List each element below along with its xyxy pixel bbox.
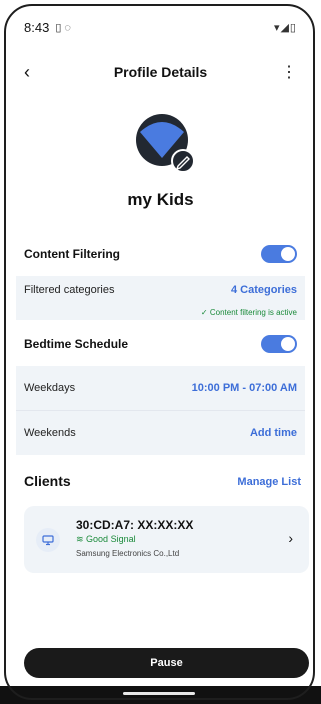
content-filtering-label: Content Filtering — [24, 247, 120, 261]
content-filtering-row: Content Filtering — [16, 240, 305, 268]
content-filtering-toggle[interactable] — [261, 245, 297, 263]
app-header: ‹ Profile Details ⋮ — [24, 58, 297, 86]
client-signal-text: Good Signal — [86, 534, 136, 544]
back-icon[interactable]: ‹ — [24, 62, 44, 83]
filtered-categories-row[interactable]: Filtered categories 4 Categories ✓ Conte… — [16, 276, 305, 320]
client-vendor: Samsung Electronics Co.,Ltd — [76, 549, 180, 558]
more-options-icon[interactable]: ⋮ — [277, 62, 297, 82]
bedtime-schedule-toggle[interactable] — [261, 335, 297, 353]
filtering-active-status: ✓ Content filtering is active — [200, 308, 297, 317]
bedtime-schedule-row: Bedtime Schedule — [16, 330, 305, 358]
status-bar: 8:43 ▯ ◌ ▾◢▯ — [24, 18, 297, 36]
wifi-avatar-icon — [136, 114, 195, 173]
manage-list-link[interactable]: Manage List — [237, 476, 301, 488]
profile-avatar[interactable] — [136, 114, 196, 174]
weekdays-label: Weekdays — [24, 382, 76, 394]
weekends-add-time[interactable]: Add time — [250, 427, 297, 439]
weekdays-time[interactable]: 10:00 PM - 07:00 AM — [192, 382, 297, 394]
pause-button[interactable]: Pause — [24, 648, 309, 678]
client-card[interactable]: 30:CD:A7: XX:XX:XX ≋ Good Signal Samsung… — [24, 506, 309, 573]
weekends-row[interactable]: Weekends Add time — [16, 411, 305, 455]
client-mac-address: 30:CD:A7: XX:XX:XX — [76, 518, 194, 532]
status-right-icons: ▾◢▯ — [273, 21, 297, 34]
client-signal: ≋ Good Signal — [76, 534, 136, 545]
weekends-label: Weekends — [24, 427, 76, 439]
status-time: 8:43 — [24, 19, 50, 35]
phone-screen: 8:43 ▯ ◌ ▾◢▯ ‹ Profile Details ⋮ my Kids… — [0, 0, 321, 704]
profile-name: my Kids — [127, 190, 194, 209]
wifi-signal-icon: ≋ — [76, 534, 87, 544]
filtered-categories-label: Filtered categories — [24, 284, 115, 296]
monitor-icon — [36, 528, 60, 552]
status-left-icons: ▯ ◌ — [55, 21, 71, 34]
page-title: Profile Details — [113, 64, 208, 80]
chevron-right-icon: › — [288, 530, 293, 546]
weekdays-row[interactable]: Weekdays 10:00 PM - 07:00 AM — [16, 366, 305, 410]
filtered-categories-value[interactable]: 4 Categories — [231, 284, 297, 296]
bedtime-schedule-label: Bedtime Schedule — [24, 337, 129, 351]
home-indicator[interactable] — [123, 692, 195, 695]
navigation-bar — [0, 686, 321, 704]
clients-title: Clients — [24, 473, 71, 489]
